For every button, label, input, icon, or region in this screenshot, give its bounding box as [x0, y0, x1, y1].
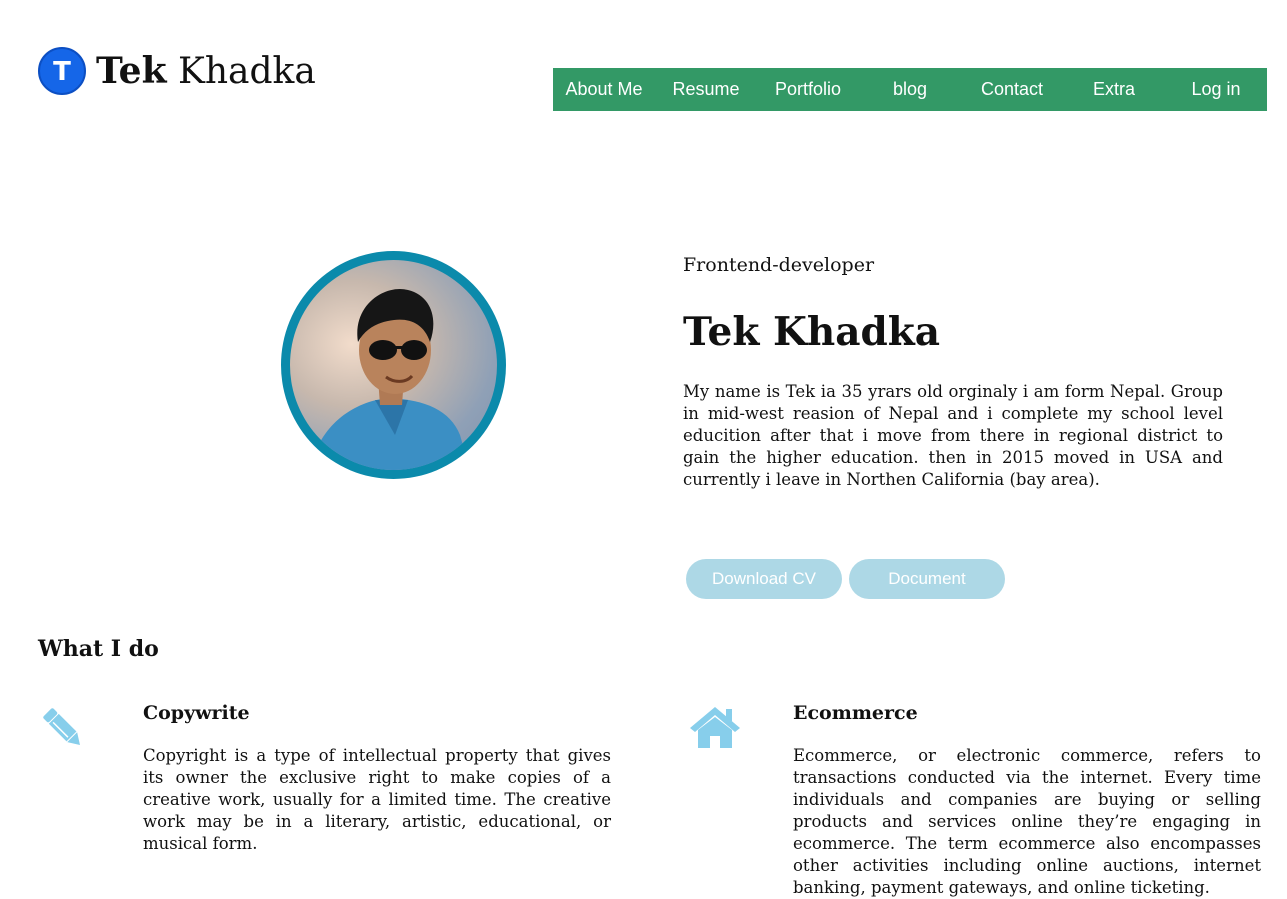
logo-badge-icon: T: [38, 47, 86, 95]
pencil-icon: [37, 702, 89, 758]
service-title-copywrite: Copywrite: [143, 702, 250, 724]
logo-letter: T: [53, 57, 71, 87]
site-logo[interactable]: T Tek Khadka: [38, 47, 316, 95]
nav-extra[interactable]: Extra: [1063, 79, 1165, 100]
profile-name: Tek Khadka: [683, 309, 941, 355]
nav-portfolio[interactable]: Portfolio: [757, 79, 859, 100]
nav-about-me[interactable]: About Me: [553, 79, 655, 100]
nav-blog[interactable]: blog: [859, 79, 961, 100]
profile-bio: My name is Tek ia 35 yrars old orginaly …: [683, 382, 1223, 489]
site-title: Tek Khadka: [96, 53, 316, 90]
service-text-copywrite: Copyright is a type of intellectual prop…: [143, 746, 611, 853]
services-title: What I do: [38, 636, 159, 662]
main-nav: About Me Resume Portfolio blog Contact E…: [553, 68, 1267, 111]
service-title-ecommerce: Ecommerce: [793, 702, 918, 724]
nav-login[interactable]: Log in: [1165, 79, 1267, 100]
site-title-first: Tek: [96, 49, 167, 92]
profile-photo-illustration: [310, 288, 470, 470]
home-icon: [688, 704, 742, 754]
download-cv-button[interactable]: Download CV: [686, 559, 842, 599]
document-button[interactable]: Document: [849, 559, 1005, 599]
profile-role: Frontend-developer: [683, 254, 875, 276]
nav-resume[interactable]: Resume: [655, 79, 757, 100]
nav-contact[interactable]: Contact: [961, 79, 1063, 100]
service-text-ecommerce: Ecommerce, or electronic commerce, refer…: [793, 746, 1261, 897]
site-title-last: Khadka: [177, 50, 316, 92]
profile-avatar: [281, 251, 506, 479]
